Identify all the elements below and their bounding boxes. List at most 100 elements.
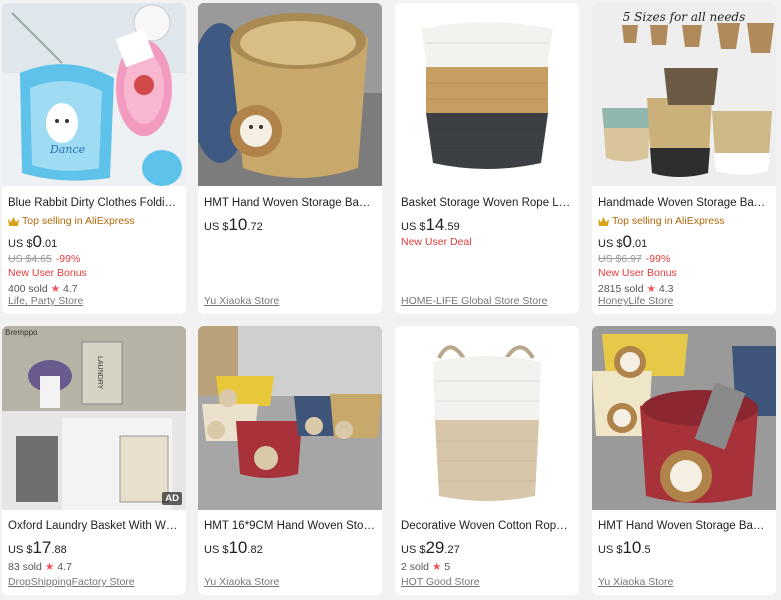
price: US $10.72 (204, 215, 376, 235)
rope-basket-illustration (395, 3, 579, 186)
product-title[interactable]: Oxford Laundry Basket With Wheels (8, 519, 180, 533)
image-caption: 5 Sizes for all needs (622, 10, 746, 24)
product-image[interactable] (592, 326, 776, 510)
price: US $10.5 (598, 538, 770, 558)
price-currency: US $ (204, 544, 229, 556)
store-link[interactable]: HOME-LIFE Global Store Store (401, 295, 547, 307)
product-card[interactable]: LAUNDRY Bremppo AD Oxford Laundry Basket… (2, 326, 186, 595)
original-price-row: US $6.97 -99% (598, 252, 770, 266)
star-icon: ★ (646, 283, 656, 295)
price: US $17.88 (8, 538, 180, 558)
price-currency: US $ (598, 544, 623, 556)
crown-icon (8, 217, 19, 226)
sold-count: 2 sold (401, 561, 430, 573)
original-price: US $6.97 (598, 253, 642, 265)
promo-label: New User Bonus (8, 267, 87, 279)
top-selling-badge: Top selling in AliExpress (8, 215, 180, 228)
laundry-label: LAUNDRY (96, 356, 103, 390)
sales-rating-row: 400 sold ★ 4.7 (8, 282, 180, 296)
price-decimal: .59 (444, 221, 460, 233)
store-link[interactable]: Yu Xiaoka Store (598, 576, 673, 588)
rating-value: 4.7 (57, 561, 72, 573)
product-image[interactable] (395, 326, 579, 510)
red-lion-basket-illustration (592, 326, 776, 510)
product-title[interactable]: Handmade Woven Storage Basket Seagrass (598, 196, 770, 210)
original-price: US $4.65 (8, 253, 52, 265)
sales-rating-row: 83 sold ★ 4.7 (8, 560, 180, 574)
sold-count: 83 sold (8, 561, 42, 573)
star-icon: ★ (50, 283, 61, 295)
mini-baskets-illustration (198, 326, 382, 510)
product-card[interactable]: HMT Hand Woven Storage Basket with Lion … (198, 3, 382, 314)
price-integer: 0 (32, 232, 42, 251)
product-image[interactable]: LAUNDRY Bremppo AD (2, 326, 186, 510)
sold-count: 400 sold (8, 283, 48, 295)
store-link[interactable]: Yu Xiaoka Store (204, 295, 279, 307)
price-decimal: .72 (247, 221, 263, 233)
price-integer: 17 (32, 538, 52, 557)
discount-percent: -99% (55, 253, 81, 265)
price: US $10.82 (204, 538, 376, 558)
product-card[interactable]: Decorative Woven Cotton Rope Basket US $… (395, 326, 579, 595)
rating-value: 4.7 (63, 283, 78, 295)
product-card[interactable]: HMT 16*9CM Hand Woven Storage Basket US … (198, 326, 382, 595)
store-link[interactable]: Life, Party Store (8, 295, 83, 307)
store-link[interactable]: DropShippingFactory Store (8, 576, 135, 588)
product-title[interactable]: Basket Storage Woven Rope Laundry Basket (401, 196, 573, 210)
oxford-laundry-basket-illustration: LAUNDRY (2, 326, 186, 510)
sales-rating-row: 2815 sold ★ 4.3 (598, 282, 770, 296)
store-link[interactable]: Yu Xiaoka Store (204, 576, 279, 588)
product-image[interactable] (395, 3, 579, 186)
price-integer: 10 (622, 538, 642, 557)
price-currency: US $ (401, 221, 426, 233)
price-currency: US $ (204, 221, 229, 233)
product-image[interactable]: Dance (2, 3, 186, 186)
product-card[interactable]: Dance Blue Rabbit Dirty Clothes Folding … (2, 3, 186, 314)
top-selling-badge: Top selling in AliExpress (598, 215, 770, 228)
price: US $0.01 (598, 232, 770, 252)
top-selling-label: Top selling in AliExpress (612, 215, 725, 227)
store-link[interactable]: HoneyLife Store (598, 295, 673, 307)
product-card[interactable]: 5 Sizes for all needs Handmade Woven Sto… (592, 3, 776, 314)
top-selling-label: Top selling in AliExpress (22, 215, 135, 227)
price-integer: 14 (425, 215, 445, 234)
promo-label: New User Bonus (598, 267, 677, 279)
cotton-rope-basket-illustration (395, 326, 579, 510)
product-title[interactable]: HMT Hand Woven Storage Basket with Lion (204, 196, 376, 210)
image-watermark: Bremppo (5, 328, 38, 337)
product-title[interactable]: HMT 16*9CM Hand Woven Storage Basket (204, 519, 376, 533)
price-decimal: .88 (51, 544, 67, 556)
price-integer: 10 (228, 215, 248, 234)
product-title[interactable]: Decorative Woven Cotton Rope Basket (401, 519, 573, 533)
product-image[interactable] (198, 326, 382, 510)
rating-value: 4.3 (658, 283, 674, 295)
original-price-row: US $4.65 -99% (8, 252, 180, 266)
product-card[interactable]: Basket Storage Woven Rope Laundry Basket… (395, 3, 579, 314)
price-decimal: .82 (247, 544, 263, 556)
price-decimal: .5 (641, 544, 651, 556)
promo-label: New User Deal (401, 236, 472, 248)
laundry-hamper-illustration: Dance (2, 3, 186, 186)
sold-count: 2815 sold (598, 283, 644, 295)
price-currency: US $ (8, 544, 33, 556)
price: US $14.59 (401, 215, 573, 235)
price-decimal: .01 (41, 238, 58, 250)
price: US $0.01 (8, 232, 180, 252)
price-integer: 29 (425, 538, 445, 557)
star-icon: ★ (44, 561, 55, 573)
price: US $29.27 (401, 538, 573, 558)
woven-basket-lion-illustration (198, 3, 382, 186)
price-currency: US $ (8, 238, 33, 250)
price-decimal: .27 (444, 544, 460, 556)
ad-badge: AD (162, 492, 182, 505)
product-image[interactable] (198, 3, 382, 186)
store-link[interactable]: HOT Good Store (401, 576, 480, 588)
price-integer: 0 (622, 232, 632, 251)
price-currency: US $ (598, 238, 623, 250)
product-title[interactable]: HMT Hand Woven Storage Basket with Lion (598, 519, 770, 533)
price-decimal: .01 (631, 238, 648, 250)
product-title[interactable]: Blue Rabbit Dirty Clothes Folding Laundr… (8, 196, 180, 210)
product-image[interactable]: 5 Sizes for all needs (592, 3, 776, 186)
product-card[interactable]: HMT Hand Woven Storage Basket with Lion … (592, 326, 776, 595)
star-icon: ★ (432, 561, 442, 573)
